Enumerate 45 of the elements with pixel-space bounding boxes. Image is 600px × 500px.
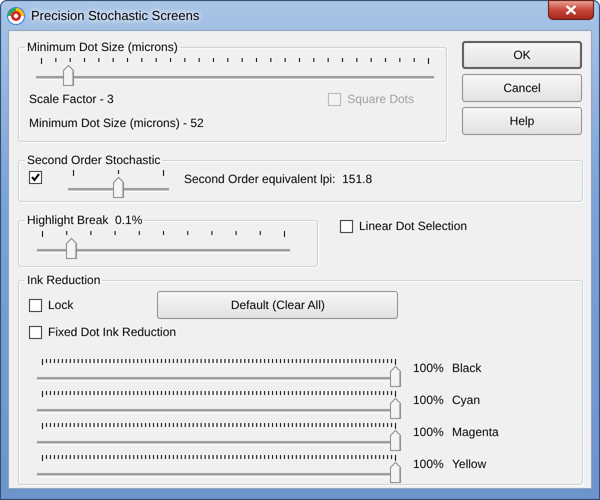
slider-track[interactable] xyxy=(36,65,434,86)
checkbox[interactable] xyxy=(29,298,42,312)
checkbox[interactable] xyxy=(340,220,353,232)
lpi-readout-text: Second Order equivalent lpi: 151.8 xyxy=(184,172,372,186)
checkbox[interactable] xyxy=(29,171,42,184)
checkbox-label: Square Dots xyxy=(347,92,414,106)
app-logo-icon xyxy=(7,6,25,24)
group-title: Minimum Dot Size (microns) xyxy=(26,40,179,54)
dialog-button[interactable]: OK xyxy=(462,41,582,69)
ink-name: Black xyxy=(452,360,482,374)
slider-track[interactable] xyxy=(37,462,401,482)
slider-track[interactable] xyxy=(37,430,401,450)
readout-text: Minimum Dot Size (microns) - 52 xyxy=(29,116,204,130)
ink-name: Yellow xyxy=(452,456,486,470)
slider-track[interactable] xyxy=(37,238,290,259)
slider-thumb[interactable] xyxy=(390,366,401,386)
slider-thumb[interactable] xyxy=(390,430,401,450)
ink-name: Cyan xyxy=(452,392,480,406)
group-title: Second Order Stochastic xyxy=(26,153,162,167)
checkbox-label: Linear Dot Selection xyxy=(359,219,468,233)
slider-thumb[interactable] xyxy=(113,177,124,198)
slider-track[interactable] xyxy=(37,398,401,418)
checkbox-label: Lock xyxy=(48,298,74,312)
group-title: Highlight Break 0.1% xyxy=(26,213,144,227)
slider-track[interactable] xyxy=(68,177,169,198)
checkbox-label: Fixed Dot Ink Reduction xyxy=(48,325,176,339)
ink-name: Magenta xyxy=(452,424,499,438)
slider-track[interactable] xyxy=(37,366,401,386)
percent-text: 100% xyxy=(413,392,445,406)
group-title: Ink Reduction xyxy=(26,273,102,287)
default-button[interactable]: Default (Clear All) xyxy=(157,291,398,319)
slider-thumb[interactable] xyxy=(390,462,401,482)
slider-thumb[interactable] xyxy=(66,238,78,259)
close-button[interactable] xyxy=(548,0,594,20)
dialog-button[interactable]: Cancel xyxy=(462,74,582,102)
percent-text: 100% xyxy=(413,360,445,374)
close-icon xyxy=(565,5,577,15)
percent-text: 100% xyxy=(413,424,445,438)
checkbox[interactable] xyxy=(29,326,42,338)
percent-text: 100% xyxy=(413,456,445,470)
window-title: Precision Stochastic Screens xyxy=(31,8,200,23)
scale-factor-text: Scale Factor - 3 xyxy=(29,92,114,106)
slider-thumb[interactable] xyxy=(63,65,74,86)
slider-thumb[interactable] xyxy=(390,398,401,418)
dialog-button[interactable]: Help xyxy=(462,107,582,135)
